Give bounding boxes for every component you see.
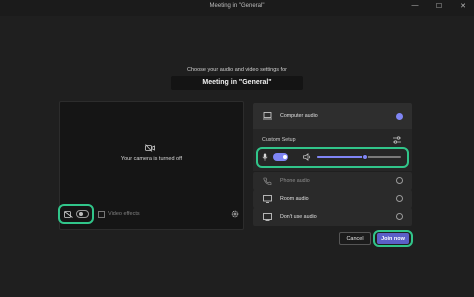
microphone-toggle[interactable] — [273, 153, 288, 161]
cancel-button[interactable]: Cancel — [339, 232, 371, 245]
window-controls: — ☐ ✕ — [410, 2, 468, 10]
computer-audio-radio[interactable] — [396, 113, 403, 120]
room-audio-option[interactable]: Room audio — [253, 190, 412, 208]
speaker-volume-fill — [317, 156, 365, 158]
video-effects-icon — [98, 211, 105, 218]
speaker-volume-thumb[interactable] — [361, 153, 368, 160]
room-audio-label: Room audio — [280, 196, 309, 202]
no-audio-radio[interactable] — [396, 213, 403, 220]
title-bar: Meeting in "General" — ☐ ✕ — [0, 0, 474, 16]
room-audio-radio[interactable] — [396, 195, 403, 202]
computer-audio-label: Computer audio — [280, 113, 318, 119]
video-off-icon — [64, 211, 73, 218]
no-audio-option[interactable]: Don't use audio — [253, 208, 412, 226]
speaker-icon — [303, 153, 311, 161]
microphone-icon — [262, 153, 268, 161]
meeting-title: Meeting in "General" — [202, 79, 272, 86]
phone-audio-label: Phone audio — [280, 178, 310, 184]
speaker-off-icon — [263, 213, 272, 221]
camera-off-icon — [145, 144, 155, 152]
custom-setup-label: Custom Setup — [262, 137, 296, 143]
window-title: Meeting in "General" — [209, 3, 265, 9]
phone-icon — [263, 177, 272, 185]
laptop-icon — [263, 112, 272, 120]
no-audio-label: Don't use audio — [280, 214, 317, 220]
phone-audio-option[interactable]: Phone audio — [253, 172, 412, 190]
gear-icon[interactable] — [231, 210, 239, 218]
camera-toggle[interactable] — [76, 210, 89, 218]
speaker-volume-slider[interactable] — [317, 153, 401, 160]
phone-audio-radio[interactable] — [396, 177, 403, 184]
minimize-button[interactable]: — — [410, 2, 420, 10]
join-now-button[interactable]: Join now — [377, 233, 409, 244]
close-button[interactable]: ✕ — [458, 2, 468, 10]
maximize-button[interactable]: ☐ — [434, 2, 444, 10]
settings-prompt: Choose your audio and video settings for — [187, 67, 287, 73]
computer-audio-option[interactable]: Computer audio — [253, 103, 412, 129]
monitor-icon — [263, 195, 272, 203]
camera-off-message: Your camera is turned off — [120, 156, 183, 162]
sliders-icon[interactable] — [393, 136, 401, 144]
video-effects-label[interactable]: Video effects — [108, 211, 140, 217]
